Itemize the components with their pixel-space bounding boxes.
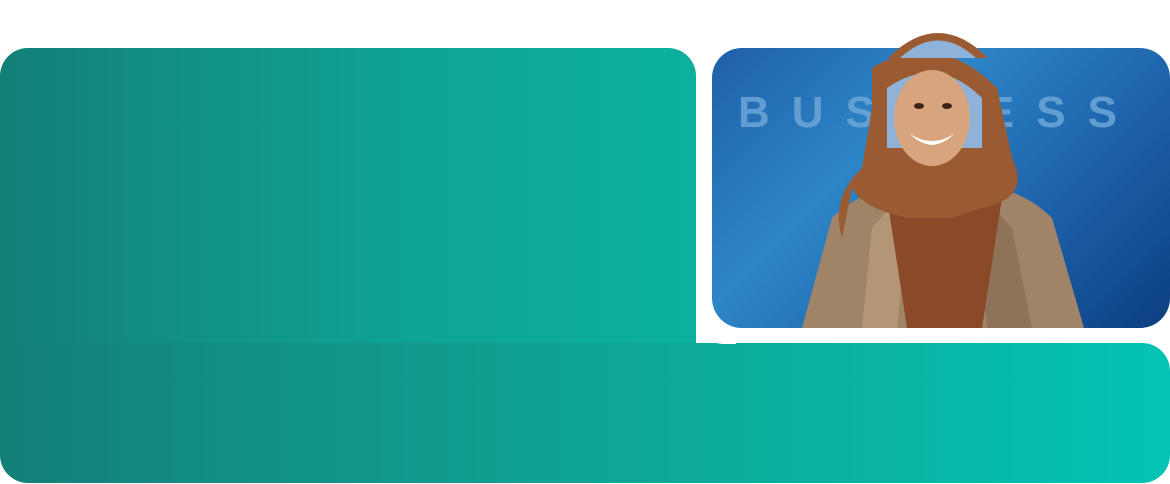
hero-banner: BUSINESS [0, 0, 1170, 484]
teal-panel-bottom [0, 343, 1170, 483]
teal-panel-top [0, 48, 696, 378]
photo-card: BUSINESS [712, 48, 1170, 328]
person-photo [802, 52, 1084, 328]
person-head-overflow [888, 33, 988, 58]
